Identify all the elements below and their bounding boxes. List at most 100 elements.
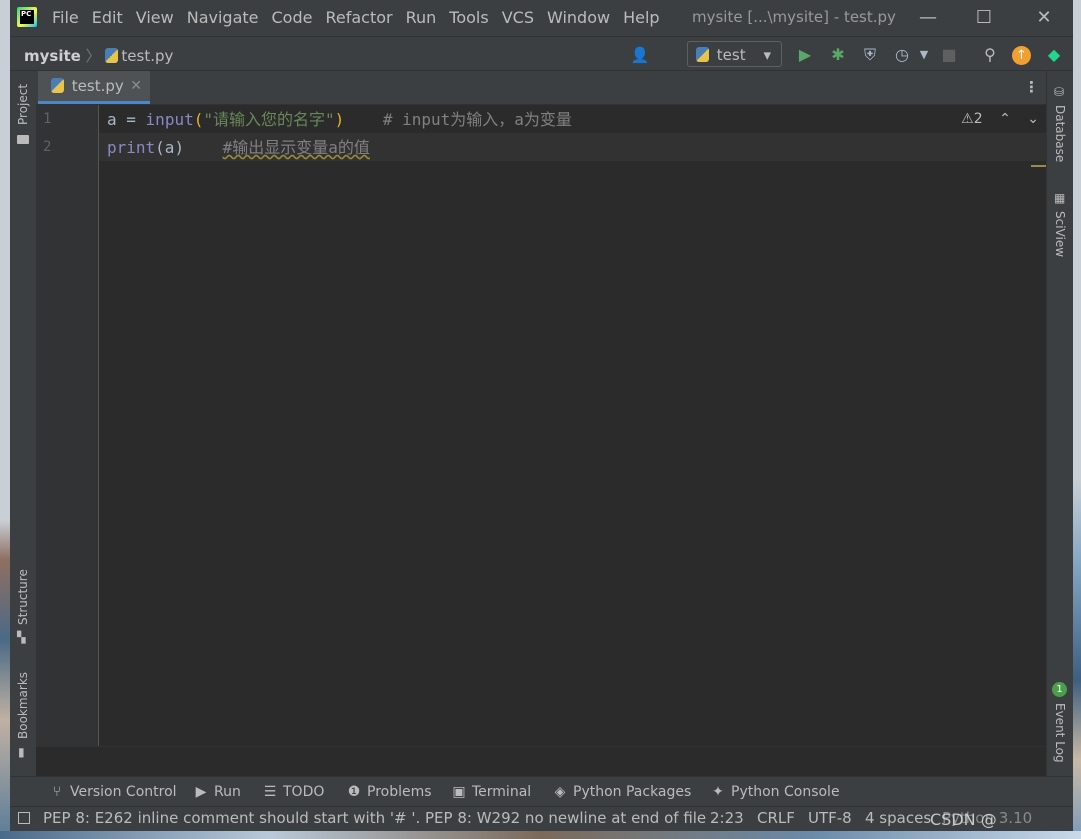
code-token: a bbox=[107, 110, 117, 129]
sciview-tool-button[interactable]: SciView bbox=[1053, 211, 1067, 257]
code-line-2[interactable]: print(a) #输出显示变量a的值 bbox=[107, 134, 370, 162]
breadcrumb-project[interactable]: mysite bbox=[24, 47, 81, 65]
status-message[interactable]: PEP 8: E262 inline comment should start … bbox=[43, 809, 706, 827]
main-menu: File Edit View Navigate Code Refactor Ru… bbox=[52, 8, 673, 27]
title-bar: PC File Edit View Navigate Code Refactor… bbox=[10, 0, 1073, 36]
breadcrumb-separator: 〉 bbox=[85, 47, 101, 65]
warning-count: 2 bbox=[973, 111, 983, 127]
code-token-builtin: input bbox=[145, 110, 194, 129]
project-tool-button[interactable]: Project bbox=[16, 84, 30, 125]
right-tool-strip: ⛁ Database ▦ SciView 1 Event Log bbox=[1046, 71, 1073, 776]
bottom-tool-bar: ⑂ Version Control ▶ Run ☰ TODO ❶ Problems ▣ T… bbox=[10, 776, 1073, 806]
minimize-button[interactable]: — bbox=[916, 6, 940, 30]
menu-run[interactable]: Run bbox=[406, 8, 437, 27]
error-stripe-marker[interactable] bbox=[1031, 165, 1047, 167]
tool-label: Problems bbox=[367, 784, 432, 800]
inspection-widget[interactable]: ⚠2 ⌃ ⌄ bbox=[961, 111, 1039, 127]
chevron-down-icon: ▾ bbox=[763, 46, 771, 64]
folder-icon bbox=[17, 135, 29, 144]
python-packages-tool-button[interactable]: ◈ Python Packages bbox=[553, 784, 692, 800]
structure-tool-button[interactable]: Structure bbox=[16, 569, 30, 625]
database-icon: ⛁ bbox=[1054, 85, 1065, 99]
desktop-wallpaper-bottom bbox=[0, 831, 1081, 839]
previous-highlight-button[interactable]: ⌃ bbox=[999, 111, 1011, 127]
menu-vcs[interactable]: VCS bbox=[502, 8, 534, 27]
menu-code[interactable]: Code bbox=[272, 8, 313, 27]
breadcrumb: mysite 〉 test.py bbox=[24, 45, 173, 66]
tab-test-py[interactable]: test.py ✕ bbox=[38, 71, 150, 104]
run-icon[interactable]: ▶ bbox=[795, 45, 815, 65]
database-tool-button[interactable]: Database bbox=[1053, 105, 1067, 162]
bookmarks-tool-button[interactable]: Bookmarks bbox=[16, 672, 30, 739]
indent-setting[interactable]: 4 spaces bbox=[865, 809, 931, 827]
tool-label: TODO bbox=[283, 784, 325, 800]
desktop: PC File Edit View Navigate Code Refactor… bbox=[0, 0, 1081, 839]
menu-navigate[interactable]: Navigate bbox=[187, 8, 259, 27]
todo-tool-button[interactable]: ☰ TODO bbox=[263, 784, 325, 800]
tool-label: Run bbox=[214, 784, 241, 800]
close-window-button[interactable]: ✕ bbox=[1032, 6, 1056, 30]
more-tabs-icon[interactable]: ⋮ bbox=[1024, 78, 1039, 96]
menu-view[interactable]: View bbox=[136, 8, 174, 27]
code-line-1[interactable]: a = input("请输入您的名字") # input为输入，a为变量 bbox=[107, 106, 572, 134]
menu-file[interactable]: File bbox=[52, 8, 79, 27]
menu-edit[interactable]: Edit bbox=[92, 8, 123, 27]
python-file-icon bbox=[51, 78, 64, 93]
coverage-icon[interactable]: ⛨ bbox=[860, 45, 880, 65]
python-file-icon bbox=[105, 48, 119, 63]
file-encoding[interactable]: UTF-8 bbox=[808, 809, 852, 827]
code-spacing bbox=[344, 110, 383, 129]
python-icon bbox=[696, 47, 709, 62]
run-config-selector[interactable]: test ▾ bbox=[687, 41, 782, 67]
caret-position[interactable]: 2:23 bbox=[710, 809, 744, 827]
pycharm-logo-icon: PC bbox=[17, 7, 37, 27]
run-tool-button[interactable]: ▶ Run bbox=[194, 784, 241, 800]
navigation-bar: mysite 〉 test.py 👤▾ test ▾ ▶ ✱ ⛨ ◷ ▼ ■ ⚲… bbox=[10, 36, 1073, 84]
python-console-tool-button[interactable]: ✦ Python Console bbox=[711, 784, 840, 800]
breadcrumb-file[interactable]: test.py bbox=[121, 47, 173, 65]
run-config-label: test bbox=[716, 46, 746, 64]
maximize-button[interactable]: ☐ bbox=[972, 6, 996, 30]
more-run-options-icon[interactable]: ▼ bbox=[914, 45, 934, 65]
user-account-icon[interactable]: 👤▾ bbox=[630, 45, 650, 84]
stop-icon[interactable]: ■ bbox=[939, 45, 959, 65]
search-icon[interactable]: ⚲ bbox=[980, 45, 1000, 65]
editor-horizontal-area bbox=[36, 746, 1047, 777]
code-token: (a) bbox=[155, 138, 185, 157]
branch-icon: ⑂ bbox=[52, 784, 62, 800]
code-editor[interactable]: 1 2 a = input("请输入您的名字") # input为输入，a为变量… bbox=[36, 105, 1047, 746]
line-separator[interactable]: CRLF bbox=[757, 809, 795, 827]
sciview-icon: ▦ bbox=[1054, 191, 1066, 205]
profile-icon[interactable]: ◷ bbox=[892, 45, 912, 65]
menu-help[interactable]: Help bbox=[623, 8, 659, 27]
line-number: 1 bbox=[43, 111, 52, 127]
desktop-wallpaper-right bbox=[1073, 0, 1081, 839]
jetbrains-toolbox-icon[interactable]: ◆ bbox=[1044, 45, 1064, 65]
problems-tool-button[interactable]: ❶ Problems bbox=[347, 784, 432, 800]
version-control-tool-button[interactable]: ⑂ Version Control bbox=[50, 784, 177, 800]
update-icon[interactable]: ↑ bbox=[1012, 46, 1031, 65]
line-number: 2 bbox=[43, 139, 52, 155]
tool-label: Version Control bbox=[70, 784, 177, 800]
debug-icon[interactable]: ✱ bbox=[828, 45, 848, 65]
play-icon: ▶ bbox=[195, 784, 207, 800]
tab-label: test.py bbox=[71, 77, 124, 95]
menu-tools[interactable]: Tools bbox=[449, 8, 488, 27]
structure-icon: ▚ bbox=[17, 631, 26, 644]
problems-icon: ❶ bbox=[347, 784, 361, 800]
packages-icon: ◈ bbox=[554, 784, 566, 800]
event-log-tool-button[interactable]: Event Log bbox=[1053, 703, 1067, 763]
code-spacing bbox=[184, 138, 223, 157]
next-highlight-button[interactable]: ⌄ bbox=[1027, 111, 1039, 127]
close-tab-icon[interactable]: ✕ bbox=[130, 71, 142, 101]
toggle-tool-windows-icon[interactable] bbox=[18, 812, 30, 824]
tool-label: Terminal bbox=[472, 784, 532, 800]
menu-refactor[interactable]: Refactor bbox=[325, 8, 392, 27]
code-token-string: "请输入您的名字" bbox=[203, 110, 335, 129]
terminal-tool-button[interactable]: ▣ Terminal bbox=[452, 784, 531, 800]
code-token-builtin: print bbox=[107, 138, 156, 157]
code-token-paren: ( bbox=[193, 110, 204, 129]
menu-window[interactable]: Window bbox=[547, 8, 610, 27]
tool-label: Python Console bbox=[731, 784, 840, 800]
warning-icon: ⚠ bbox=[961, 111, 974, 127]
